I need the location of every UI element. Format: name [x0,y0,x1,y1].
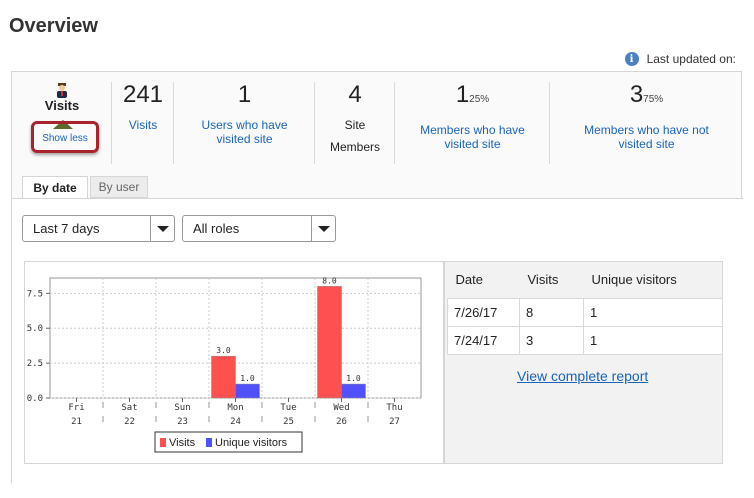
visits-header: Visits Show less [12,72,112,167]
stat-members-not-visited: 375% Members who have not visited site [550,82,743,164]
stat-number: 375% [629,81,664,108]
stat-users-visited: 1 Users who have visited site [174,82,315,164]
cell-unique: 1 [583,297,723,327]
date-range-value: Last 7 days [33,221,100,236]
legend-swatch-visits [160,438,166,447]
y-tick-label: 5.0 [27,324,43,334]
chart-svg: 0.0 2.5 5.0 7.5 3.0 8.0 1.0 1.0 Fri 21 Sat 22 Sun 23 M… [27,276,422,453]
roles-select[interactable]: All roles [182,215,336,242]
stat-members-not-visited-link[interactable]: Members who have not visited site [550,123,743,151]
x-tick-label-date: 22 [124,417,135,427]
overview-panel: Visits Show less 241 Visits 1 Users who … [11,71,743,483]
bar-unique-visitors [235,383,260,399]
x-tick-label-date: 26 [336,417,347,427]
x-tick-label-day: Tue [280,403,296,413]
show-less-button[interactable]: Show less [31,121,99,153]
stat-members-visited: 125% Members who have visited site [395,82,550,164]
bar-data-label: 3.0 [216,346,231,355]
show-less-label: Show less [42,133,88,144]
cell-date: 7/26/17 [447,297,520,327]
y-tick-label: 2.5 [27,359,43,369]
x-tick-label-date: 25 [283,417,294,427]
chevron-down-icon[interactable] [150,216,174,241]
stat-visits-link[interactable]: Visits [112,118,174,132]
page-title: Overview [9,15,98,37]
stat-number: 1 [237,81,252,108]
roles-value: All roles [193,221,240,236]
x-tick-label-date: 24 [230,417,241,427]
date-range-select[interactable]: Last 7 days [22,215,175,242]
bar-visits [211,355,236,399]
last-updated: i Last updated on: [624,52,736,66]
visits-title: Visits [44,98,80,113]
table-header-row: Date Visits Unique visitors [448,262,723,298]
x-tick-label-day: Fri [68,403,84,413]
stat-members-visited-link[interactable]: Members who have visited site [395,123,550,151]
legend-label-visits: Visits [169,437,196,449]
stat-site-members-label: Site Members [329,118,380,154]
stat-site-members: 4 Site Members [315,82,395,164]
stats-bar: Visits Show less 241 Visits 1 Users who … [12,72,743,172]
user-icon [57,83,67,98]
bar-data-label: 8.0 [322,276,337,285]
x-tick-label-date: 23 [177,417,188,427]
y-tick-label: 0.0 [27,394,43,404]
visits-chart: 0.0 2.5 5.0 7.5 3.0 8.0 1.0 1.0 Fri 21 Sat 22 Sun 23 M… [24,261,444,464]
view-complete-report-link[interactable]: View complete report [517,368,648,384]
cell-unique: 1 [583,325,723,355]
bar-data-label: 1.0 [346,374,361,383]
x-tick-label-day: Sun [174,403,190,413]
legend-label-unique: Unique visitors [215,437,288,449]
x-tick-label-date: 27 [389,417,400,427]
last-updated-label: Last updated on: [646,52,736,66]
stat-number: 241 [122,81,164,108]
cell-visits: 8 [519,297,584,327]
stat-visits: 241 Visits [112,82,174,164]
y-tick-label: 7.5 [27,289,43,299]
stat-number: 4 [348,81,362,108]
tab-by-date[interactable]: By date [22,176,88,198]
cell-date: 7/24/17 [447,325,520,355]
col-unique-header: Unique visitors [591,272,677,288]
visits-table: Date Visits Unique visitors 7/26/17 8 1 … [447,262,723,355]
x-tick-label-day: Wed [333,403,349,413]
cell-visits: 3 [519,325,584,355]
info-icon[interactable]: i [624,52,639,66]
stat-number: 125% [455,81,490,108]
x-tick-label-date: 21 [71,417,82,427]
stat-users-visited-link[interactable]: Users who have visited site [174,118,315,146]
x-tick-label-day: Thu [386,403,402,413]
bar-unique-visitors [341,383,366,399]
legend-swatch-unique [206,438,212,447]
bar-visits [317,286,342,399]
table-row: 7/24/17 3 1 [447,325,723,355]
col-date-header: Date [455,272,483,288]
visits-table-box: Date Visits Unique visitors 7/26/17 8 1 … [444,261,723,464]
chevron-down-icon[interactable] [311,216,335,241]
bar-data-label: 1.0 [240,374,255,383]
x-tick-label-day: Sat [121,403,137,413]
tab-content: Last 7 days All roles 0.0 2.5 5.0 7.5 3.0 8.0… [12,198,743,483]
col-visits-header: Visits [527,272,559,288]
x-tick-label-day: Mon [227,403,243,413]
tab-by-user[interactable]: By user [90,176,148,198]
table-row: 7/26/17 8 1 [447,297,723,327]
